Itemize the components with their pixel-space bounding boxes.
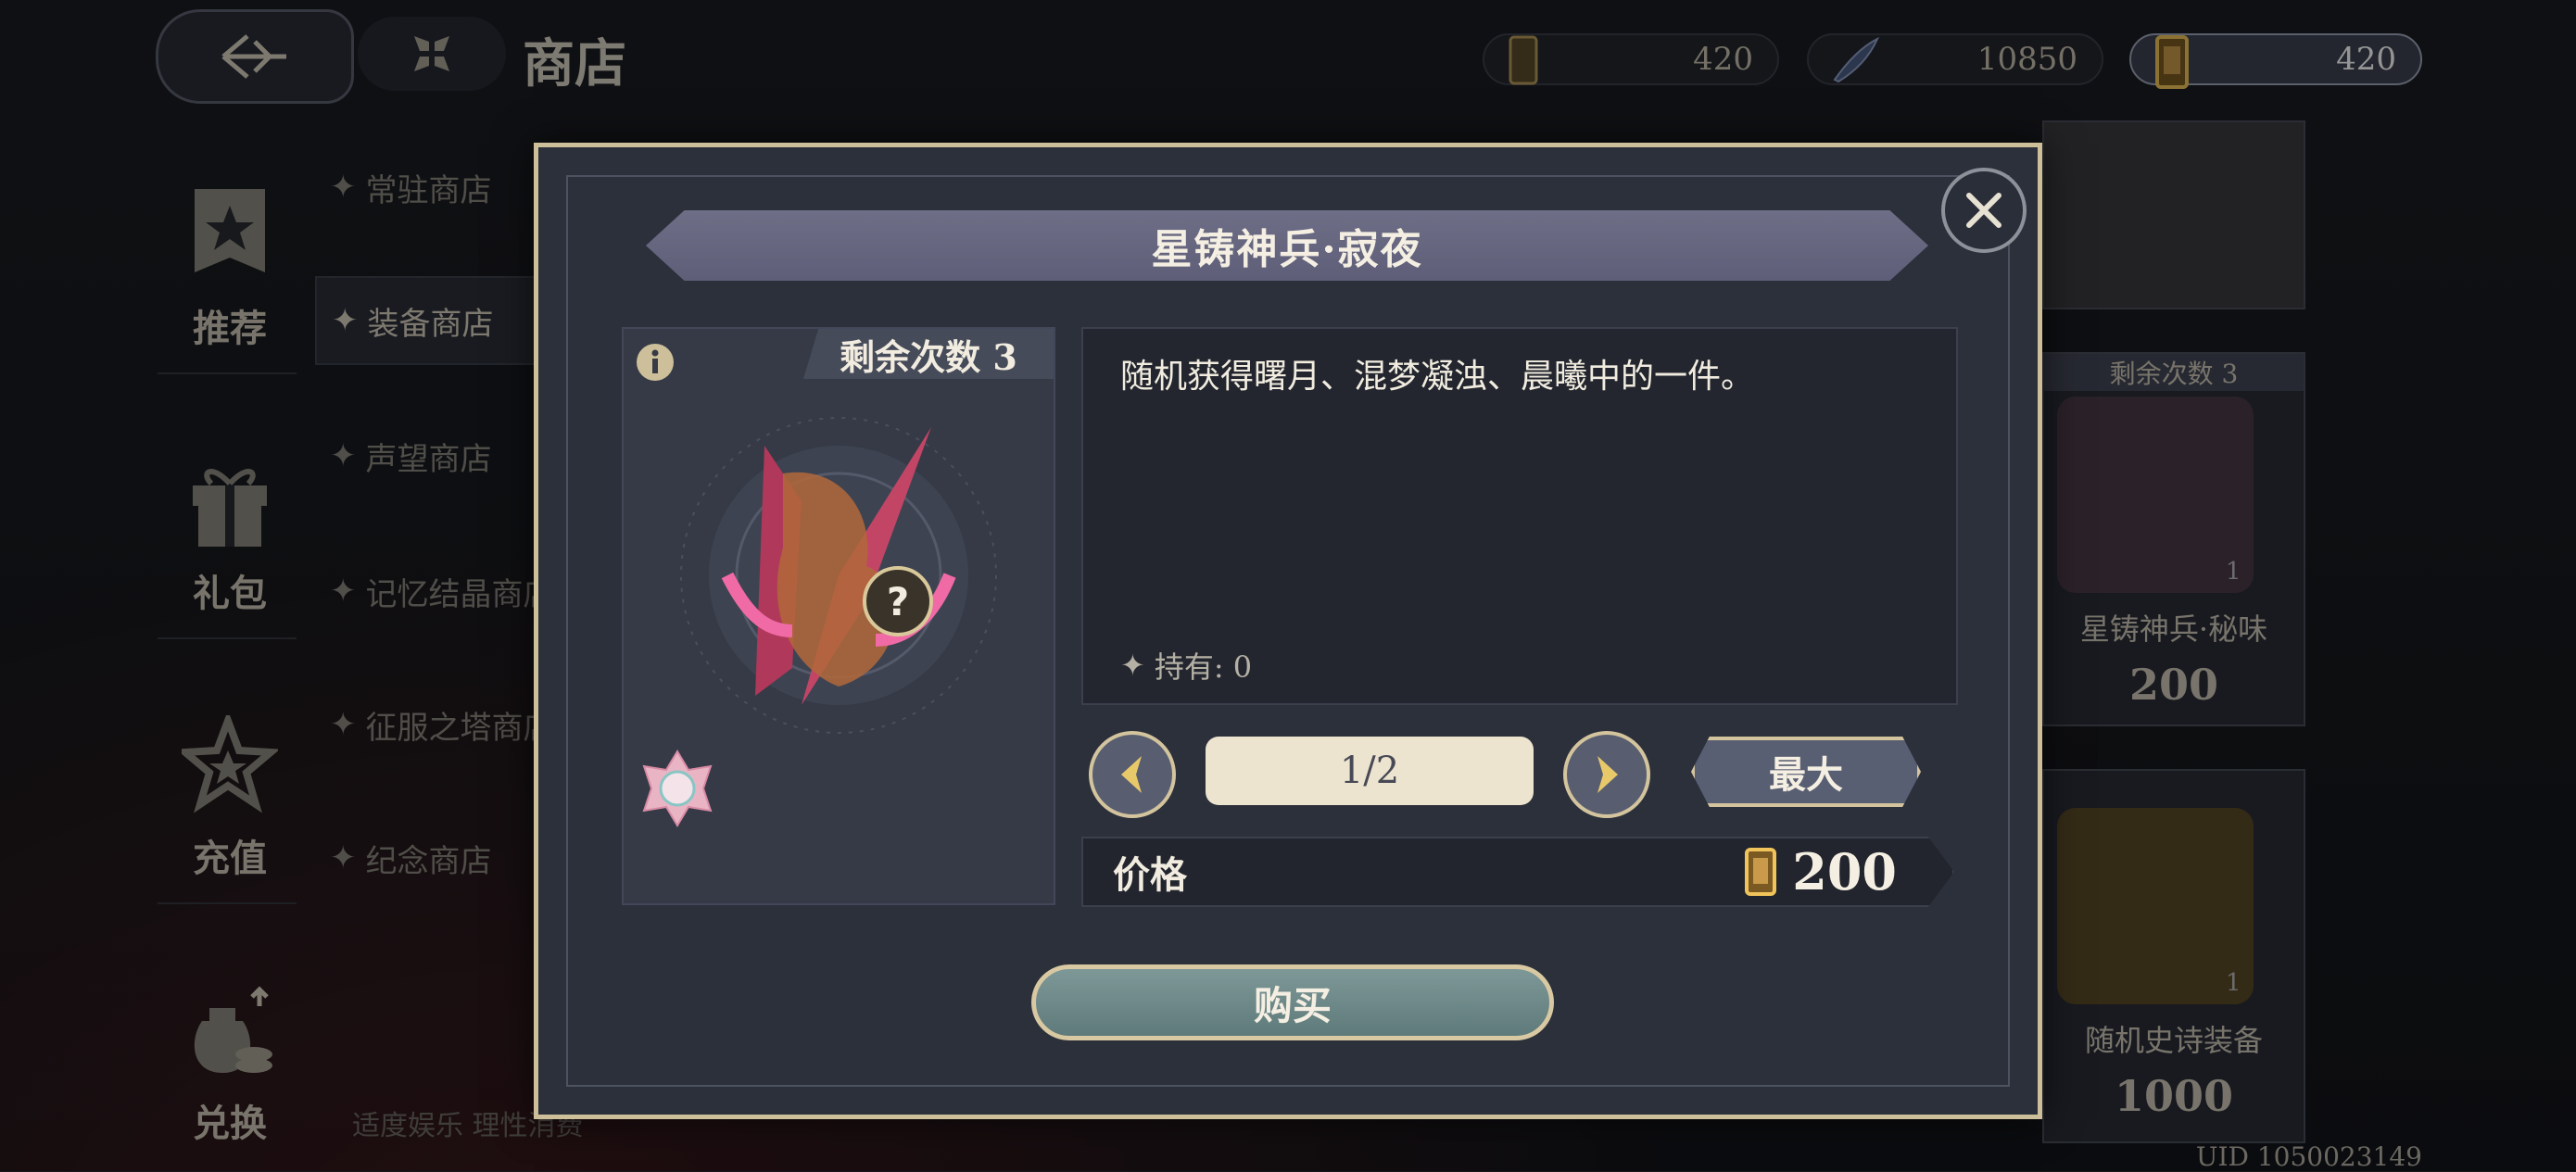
remaining-count: 剩余次数 3: [803, 329, 1054, 379]
owned-count-text: 持有: 0: [1154, 649, 1253, 685]
price-display: 200: [1742, 842, 1897, 901]
item-preview-panel: 剩余次数 3 ?: [622, 327, 1055, 905]
chevron-left-icon: [1121, 756, 1142, 793]
buy-button[interactable]: 购买: [1031, 964, 1554, 1040]
increase-quantity-button[interactable]: [1563, 731, 1650, 818]
close-button[interactable]: [1941, 168, 2027, 253]
price-bar: 价格 200: [1081, 837, 1954, 907]
weapon-item-icon: ?: [680, 417, 997, 734]
gold-ticket-icon: [1745, 848, 1777, 896]
max-quantity-button[interactable]: 最大: [1691, 737, 1921, 807]
chevron-right-icon: [1597, 756, 1618, 793]
item-description: 随机获得曙月、混梦凝浊、晨曦中的一件。: [1120, 358, 1755, 396]
price-label: 价格: [1113, 853, 1187, 897]
rarity-badge-icon: [642, 750, 713, 827]
owned-count: ✦ 持有: 0: [1120, 644, 1252, 687]
close-icon: [1966, 193, 2001, 228]
description-panel: 随机获得曙月、混梦凝浊、晨曦中的一件。 ✦ 持有: 0: [1081, 327, 1958, 705]
svg-text:?: ?: [887, 579, 909, 624]
quantity-field[interactable]: 1/2: [1206, 737, 1534, 805]
info-icon[interactable]: [635, 342, 676, 383]
dialog-title: 星铸神兵·寂夜: [1151, 226, 1423, 273]
purchase-dialog: 星铸神兵·寂夜 剩余次数 3 ? 随机获得曙月、混梦凝浊、晨曦中的一件。 ✦ 持…: [534, 143, 2042, 1119]
price-value: 200: [1792, 842, 1897, 901]
decrease-quantity-button[interactable]: [1089, 731, 1176, 818]
sparkle-icon: ✦: [1120, 648, 1145, 683]
dialog-title-bar: 星铸神兵·寂夜: [646, 210, 1928, 281]
